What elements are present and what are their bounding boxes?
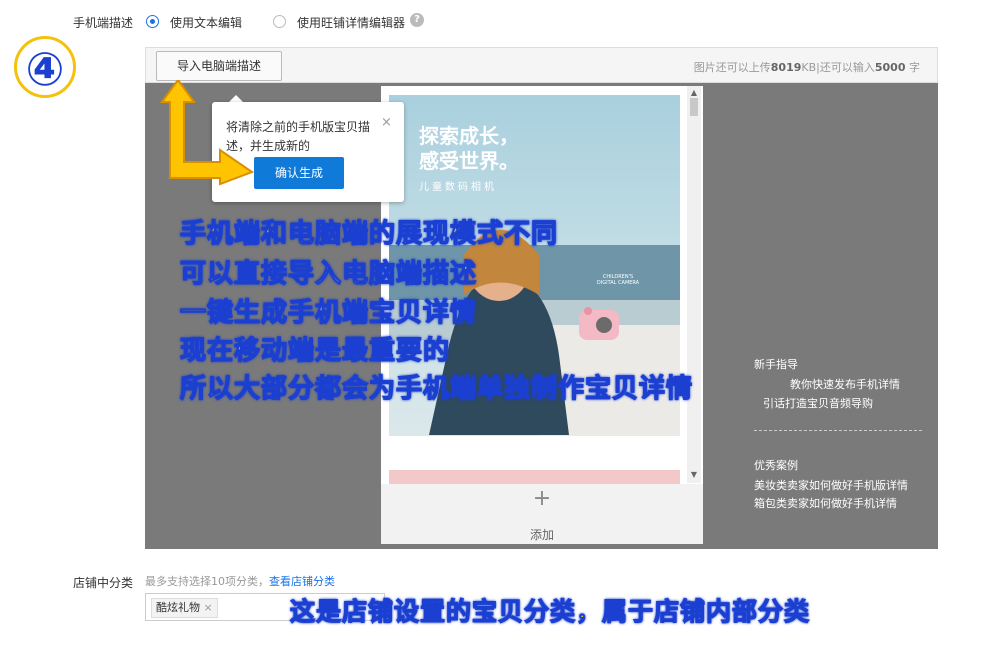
view-store-category-link[interactable]: 查看店铺分类 xyxy=(269,575,335,588)
guide-best-item-1[interactable]: 美妆类卖家如何做好手机版详情 xyxy=(754,477,908,493)
add-module-label[interactable]: 添加 xyxy=(520,526,564,543)
radio-wangpu-editor[interactable] xyxy=(273,15,286,28)
guide-best-item-2[interactable]: 箱包类卖家如何做好手机详情 xyxy=(754,495,897,511)
image-headline: 探索成长， 感受世界。 xyxy=(419,124,519,174)
mobile-desc-label: 手机端描述 xyxy=(73,14,133,31)
annotation-line-1: 手机端和电脑端的展现模式不同 xyxy=(180,213,558,250)
image-subline: 儿童数码相机 xyxy=(419,178,497,193)
guide-best-title: 优秀案例 xyxy=(754,457,798,473)
annotation-line-5: 所以大部分都会为手机端单独制作宝贝详情 xyxy=(180,368,693,405)
image-headline-line-2: 感受世界。 xyxy=(419,149,519,174)
import-pc-desc-button[interactable]: 导入电脑端描述 xyxy=(156,51,282,81)
annotation-arrow-icon xyxy=(160,80,260,190)
annotation-line-3: 一键生成手机端宝贝详情 xyxy=(180,292,477,329)
store-category-label: 店铺中分类 xyxy=(73,574,133,591)
help-icon[interactable]: ? xyxy=(410,13,424,27)
image-headline-line-1: 探索成长， xyxy=(419,124,519,149)
store-category-hint: 最多支持选择10项分类，查看店铺分类 xyxy=(145,573,335,589)
guide-divider xyxy=(754,430,922,431)
confirm-generate-button[interactable]: 确认生成 xyxy=(254,157,344,189)
upload-quota: 图片还可以上传8019KB|还可以输入5000 字 xyxy=(560,59,920,75)
radio-text-editor-label[interactable]: 使用文本编辑 xyxy=(170,14,242,31)
scrollbar-thumb[interactable] xyxy=(690,98,698,116)
next-section-preview xyxy=(389,470,680,484)
annotation-line-2: 可以直接导入电脑端描述 xyxy=(180,253,477,290)
annotation-bottom: 这是店铺设置的宝贝分类，属于店铺内部分类 xyxy=(290,592,810,628)
scroll-down-icon[interactable]: ▼ xyxy=(689,470,699,479)
image-camera-text: CHILDREN'S DIGITAL CAMERA xyxy=(588,274,648,286)
guide-new-title: 新手指导 xyxy=(754,356,798,372)
step-number-badge: ④ xyxy=(14,36,76,98)
scroll-up-icon[interactable]: ▲ xyxy=(689,88,699,97)
annotation-line-4: 现在移动端是最重要的 xyxy=(180,330,450,367)
category-tag: 酷炫礼物 × xyxy=(151,598,218,618)
phone-scrollbar[interactable] xyxy=(687,86,701,483)
radio-wangpu-editor-label[interactable]: 使用旺铺详情编辑器 xyxy=(297,14,405,31)
close-icon[interactable]: × xyxy=(381,115,392,130)
add-plus-icon[interactable]: + xyxy=(530,486,554,511)
guide-new-item-2[interactable]: 引话打造宝贝音频导购 xyxy=(763,395,873,411)
guide-new-item-1[interactable]: 教你快速发布手机详情 xyxy=(790,376,900,392)
radio-text-editor[interactable] xyxy=(146,15,159,28)
tag-remove-icon[interactable]: × xyxy=(204,601,213,614)
